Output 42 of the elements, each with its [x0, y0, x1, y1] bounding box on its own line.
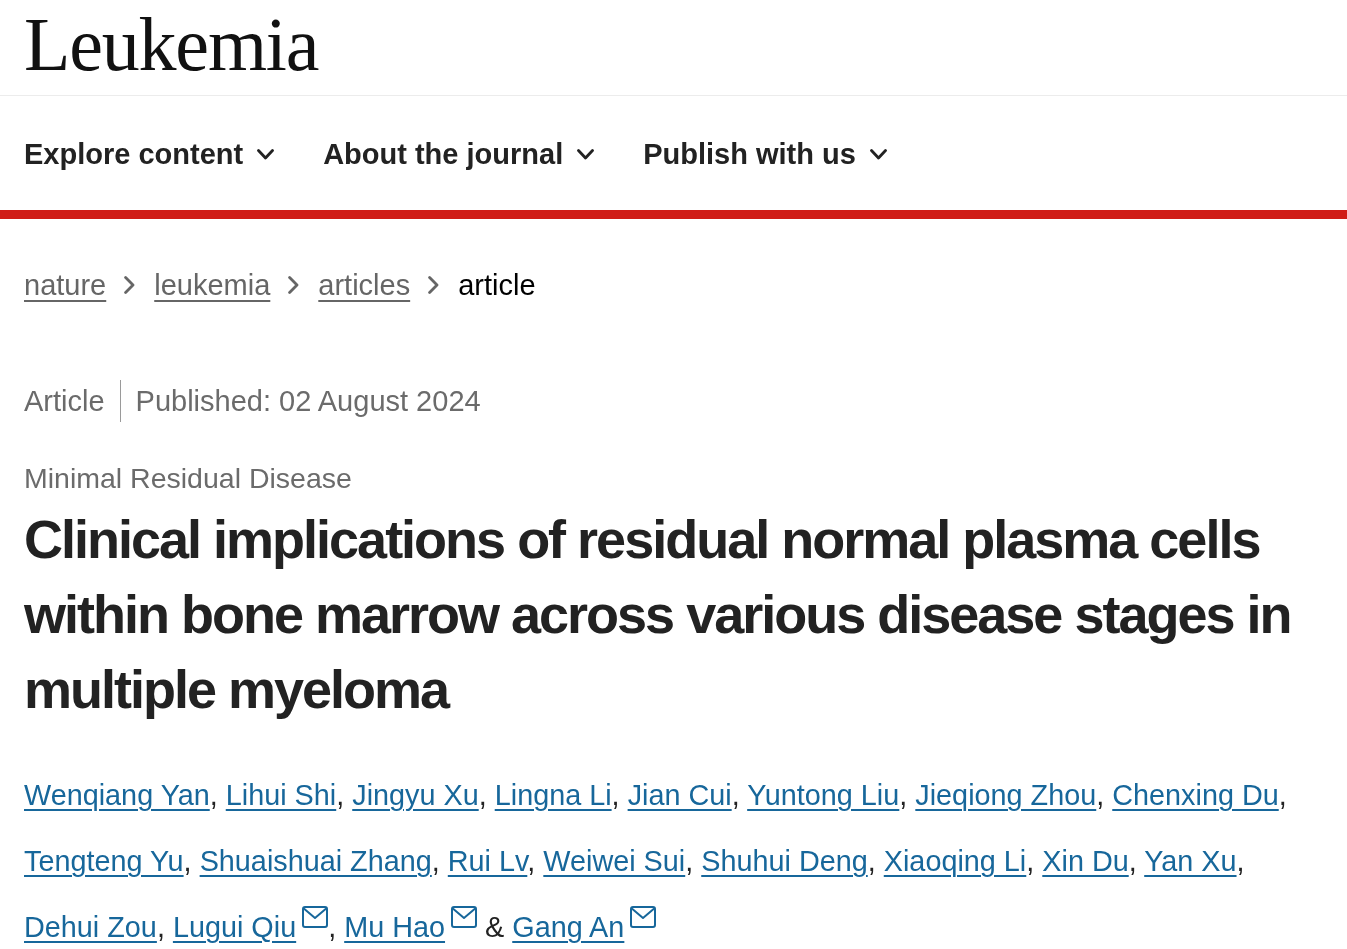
- publish-date: Published: 02 August 2024: [135, 384, 481, 418]
- author-link[interactable]: Lingna Li: [494, 779, 612, 811]
- author-link[interactable]: Yan Xu: [1144, 845, 1237, 877]
- subject-label: Minimal Residual Disease: [24, 461, 352, 496]
- author-link[interactable]: Tengteng Yu: [24, 845, 184, 877]
- breadcrumb-current: article: [458, 268, 536, 303]
- author-link[interactable]: Dehui Zou: [24, 911, 157, 943]
- author-link[interactable]: Yuntong Liu: [747, 779, 900, 811]
- author-link[interactable]: Jingyu Xu: [352, 779, 479, 811]
- chevron-down-icon: [869, 148, 887, 160]
- chevron-down-icon: [257, 148, 275, 160]
- journal-logo[interactable]: Leukemia: [24, 6, 319, 82]
- breadcrumb-link[interactable]: leukemia: [154, 265, 271, 305]
- author-link[interactable]: Lihui Shi: [225, 779, 337, 811]
- author-link[interactable]: Xiaoqing Li: [883, 845, 1027, 877]
- chevron-right-icon: [288, 276, 300, 294]
- article-title: Clinical implications of residual normal plasma cells within bone marrow across various disease stages in multiple myeloma: [24, 508, 1292, 721]
- chevron-right-icon: [124, 276, 136, 294]
- author-link[interactable]: Xin Du: [1042, 845, 1129, 877]
- author-link[interactable]: Rui Lv: [447, 845, 528, 877]
- nav-menu-button[interactable]: About the journal: [323, 136, 595, 172]
- author-link[interactable]: Mu Hao: [344, 911, 446, 943]
- mail-icon[interactable]: [630, 906, 657, 928]
- nav-menu-button[interactable]: Publish with us: [643, 136, 887, 172]
- chevron-right-icon: [428, 276, 440, 294]
- author-link[interactable]: Lugui Qiu: [172, 911, 297, 943]
- breadcrumb-link[interactable]: nature: [24, 265, 107, 305]
- nav-menu-button[interactable]: Explore content: [24, 136, 275, 172]
- author-link[interactable]: Weiwei Sui: [543, 845, 686, 877]
- author-list: Wenqiang Yan, Lihui Shi, Jingyu Xu, Lingna Li, Jian Cui, Yuntong Liu, Jieqiong Zhou, Chenxing Du, Tengteng Yu, Shuaishuai Zhang, Rui Lv, Weiwei Sui, Shuhui Deng, Xiaoqing Li, Xin Du, Yan Xu, Dehui Zou, Lugui Qiu , Mu Hao & Gang An: [24, 762, 1323, 948]
- chevron-down-icon: [577, 148, 595, 160]
- author-link[interactable]: Shuhui Deng: [701, 845, 868, 877]
- author-link[interactable]: Shuaishuai Zhang: [199, 845, 432, 877]
- author-link[interactable]: Gang An: [512, 911, 625, 943]
- mail-icon[interactable]: [302, 906, 329, 928]
- mail-icon[interactable]: [451, 906, 478, 928]
- article-type: Article: [24, 384, 105, 418]
- author-link[interactable]: Jian Cui: [627, 779, 732, 811]
- author-link[interactable]: Chenxing Du: [1112, 779, 1279, 811]
- author-link[interactable]: Wenqiang Yan: [24, 779, 210, 811]
- breadcrumb-link[interactable]: articles: [318, 265, 411, 305]
- author-link[interactable]: Jieqiong Zhou: [915, 779, 1097, 811]
